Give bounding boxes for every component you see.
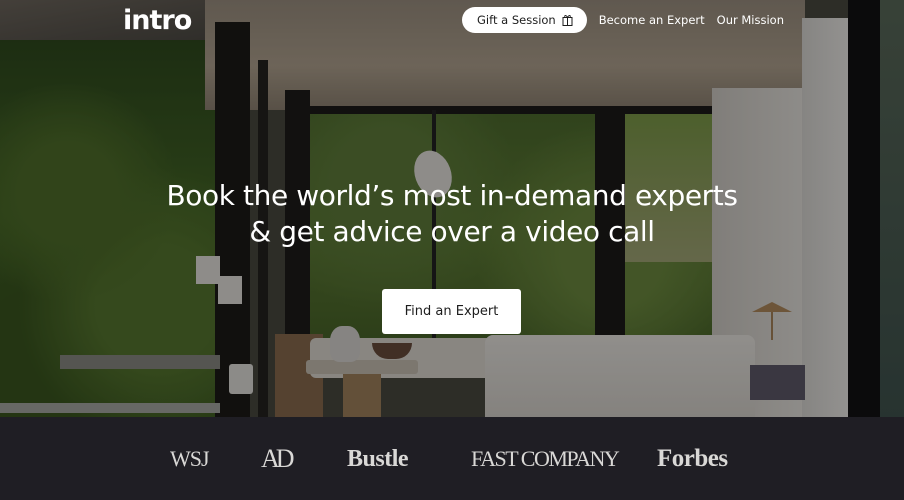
intro-logo[interactable]: intro — [123, 7, 192, 35]
gift-icon — [562, 14, 573, 26]
top-nav: Gift a Session Become an Expert Our Miss… — [462, 7, 784, 33]
gift-a-session-button[interactable]: Gift a Session — [462, 7, 587, 33]
headline-line-1: Book the world’s most in-demand experts — [166, 179, 738, 212]
forbes-logo: Forbes — [657, 445, 728, 472]
wsj-logo: WSJ — [170, 446, 210, 471]
ad-logo: AD — [261, 444, 295, 473]
hero-headline: Book the world’s most in-demand experts … — [0, 178, 904, 250]
gift-a-session-label: Gift a Session — [477, 13, 556, 27]
headline-line-2: & get advice over a video call — [249, 215, 655, 248]
press-logos-bar: WSJ AD Bustle FAST COMPANY Forbes — [0, 417, 904, 500]
fast-company-logo: FAST COMPANY — [471, 446, 620, 471]
bustle-logo: Bustle — [347, 446, 409, 472]
find-an-expert-button[interactable]: Find an Expert — [382, 289, 521, 334]
hero-section: intro Gift a Session Become an Expert Ou… — [0, 0, 904, 417]
our-mission-link[interactable]: Our Mission — [717, 13, 784, 27]
become-an-expert-link[interactable]: Become an Expert — [599, 13, 705, 27]
